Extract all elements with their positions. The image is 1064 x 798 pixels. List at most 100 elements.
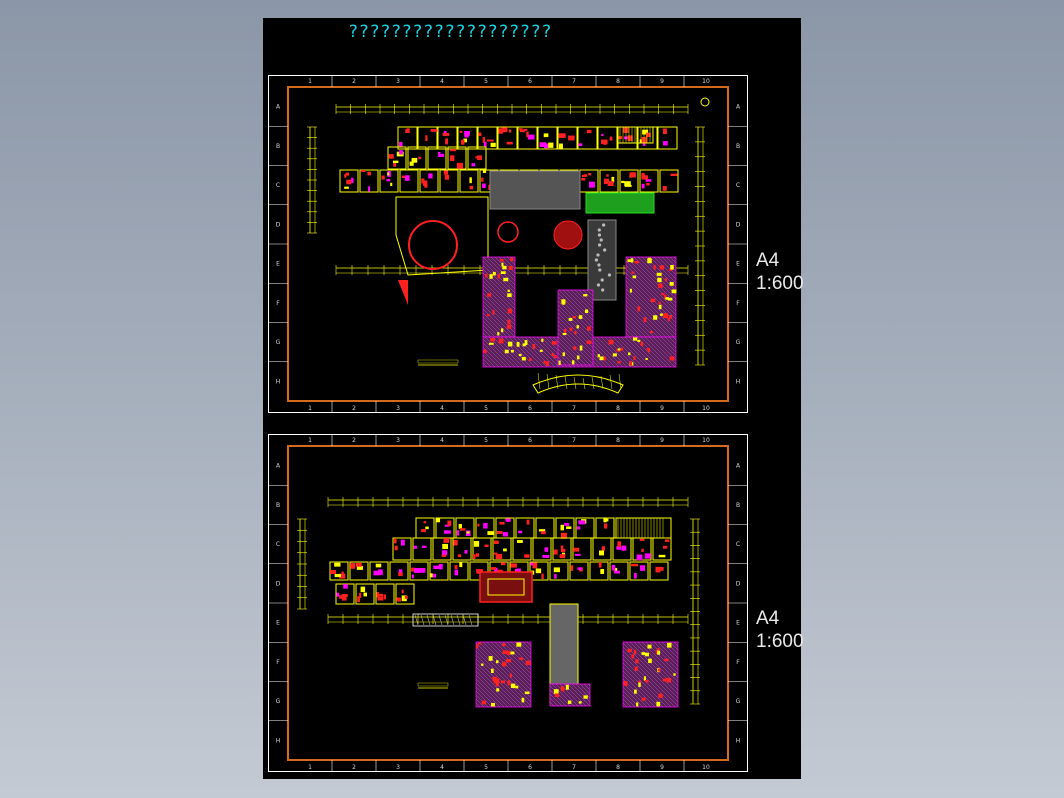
grid-row-label-right: A xyxy=(736,104,741,111)
grid-column-label-top: 4 xyxy=(440,437,444,444)
corridor-hatch xyxy=(444,614,449,626)
wing-fixture xyxy=(502,661,507,667)
wing-fixture xyxy=(646,348,650,351)
room-fixture xyxy=(540,531,546,535)
wing-fixture xyxy=(563,328,567,333)
wing-fixture xyxy=(647,644,652,649)
wing-fixture xyxy=(637,339,641,343)
wing-fixture xyxy=(673,673,676,676)
wing-fixture xyxy=(666,677,672,683)
room-fixture xyxy=(504,128,508,132)
wing-fixture xyxy=(507,341,513,347)
grid-column-label-top: 4 xyxy=(440,78,444,85)
grid-row-label-right: D xyxy=(736,221,741,228)
wing-fixture xyxy=(669,356,675,361)
room-fixture xyxy=(564,523,570,526)
room-fixture xyxy=(578,520,586,525)
grid-row-label-right: H xyxy=(736,378,741,385)
canopy-rib xyxy=(591,376,595,390)
room-fixture xyxy=(662,128,667,135)
room-fixture xyxy=(345,172,350,176)
wing-fixture xyxy=(510,257,514,262)
wing-fixture xyxy=(509,673,512,678)
wing-fixture xyxy=(486,314,490,317)
wing-fixture xyxy=(623,681,628,686)
room-fixture xyxy=(458,523,462,529)
wing-fixture xyxy=(498,338,504,344)
wing-fixture xyxy=(508,265,513,270)
wing-fixture xyxy=(487,293,492,297)
room-fixture xyxy=(481,177,484,182)
wing-fixture xyxy=(597,354,600,358)
grid-row-label-right: F xyxy=(736,300,740,307)
wing-fixture xyxy=(518,353,522,357)
wing-fixture xyxy=(583,695,588,699)
room-fixture xyxy=(526,131,529,138)
room-wall xyxy=(569,561,589,581)
room-fixture xyxy=(393,538,397,544)
room-fixture xyxy=(527,134,535,140)
wing-fixture xyxy=(507,308,512,314)
floor-plan-sheet-2[interactable]: 1 1 2 2 3 3 4 4 5 5 6 6 7 7 8 8 9 9 10 10 A A B B C C D D E E F F G G H H xyxy=(268,434,748,772)
room-fixture xyxy=(341,596,347,601)
wing-fixture xyxy=(532,344,536,349)
wing-fixture xyxy=(630,258,634,263)
room-fixture xyxy=(442,132,450,136)
wing-fixture xyxy=(631,654,635,659)
room-fixture xyxy=(396,597,401,601)
room-fixture xyxy=(621,545,627,551)
grid-column-label-bottom: 4 xyxy=(440,405,444,412)
room-fixture xyxy=(425,526,429,530)
wing-fixture xyxy=(653,315,658,320)
green-area xyxy=(585,192,655,214)
wing-fixture xyxy=(587,326,591,331)
wing-fixture xyxy=(553,355,557,359)
wing-fixture xyxy=(501,328,504,333)
wing-fixture xyxy=(545,361,549,366)
room-fixture xyxy=(367,171,371,176)
canopy-rib xyxy=(537,372,541,390)
room-fixture xyxy=(641,136,648,143)
room-fixture xyxy=(582,174,586,178)
room-fixture xyxy=(554,574,557,579)
wing-fixture xyxy=(491,702,495,707)
room-fixture xyxy=(498,128,504,134)
wing-fixture xyxy=(521,697,525,703)
room-fixture xyxy=(645,179,652,182)
corridor-hatch xyxy=(432,614,437,626)
wing-fixture xyxy=(578,315,583,319)
wing-fixture xyxy=(641,652,646,655)
floor-plan-sheet-1[interactable]: 1 1 2 2 3 3 4 4 5 5 6 6 7 7 8 8 9 9 10 10 A A B B C C D D E E F F G G H H xyxy=(268,75,748,413)
room-fixture xyxy=(401,589,404,594)
canopy-rib xyxy=(546,373,550,390)
wing-fixture xyxy=(507,319,511,324)
room-fixture xyxy=(404,595,408,599)
room-fixture xyxy=(560,524,564,531)
wing-fixture xyxy=(667,642,672,648)
room-fixture xyxy=(532,562,538,569)
wing-fixture xyxy=(634,689,637,694)
corridor-hatch xyxy=(450,614,455,626)
room-fixture xyxy=(543,133,549,138)
corridor-hatch xyxy=(456,614,461,626)
wing-fixture xyxy=(507,680,511,686)
plan-label xyxy=(417,359,459,364)
grid-column-label-bottom: 1 xyxy=(308,764,312,771)
room-fixture xyxy=(421,178,425,184)
room-fixture xyxy=(406,128,410,133)
wing-fixture xyxy=(492,309,495,315)
room-fixture xyxy=(598,562,602,568)
room-fixture xyxy=(658,554,666,558)
room-fixture xyxy=(423,521,427,524)
wing-fixture xyxy=(660,313,663,316)
round-feature xyxy=(497,221,519,243)
room-fixture xyxy=(558,143,563,149)
room-fixture xyxy=(560,545,564,551)
room-fixture xyxy=(409,161,414,166)
room-fixture xyxy=(341,593,348,597)
room-fixture xyxy=(577,567,583,570)
garden-stone xyxy=(596,253,600,257)
room-fixture xyxy=(524,554,530,558)
garden-stone xyxy=(600,278,604,282)
grid-column-label-bottom: 5 xyxy=(484,405,488,412)
